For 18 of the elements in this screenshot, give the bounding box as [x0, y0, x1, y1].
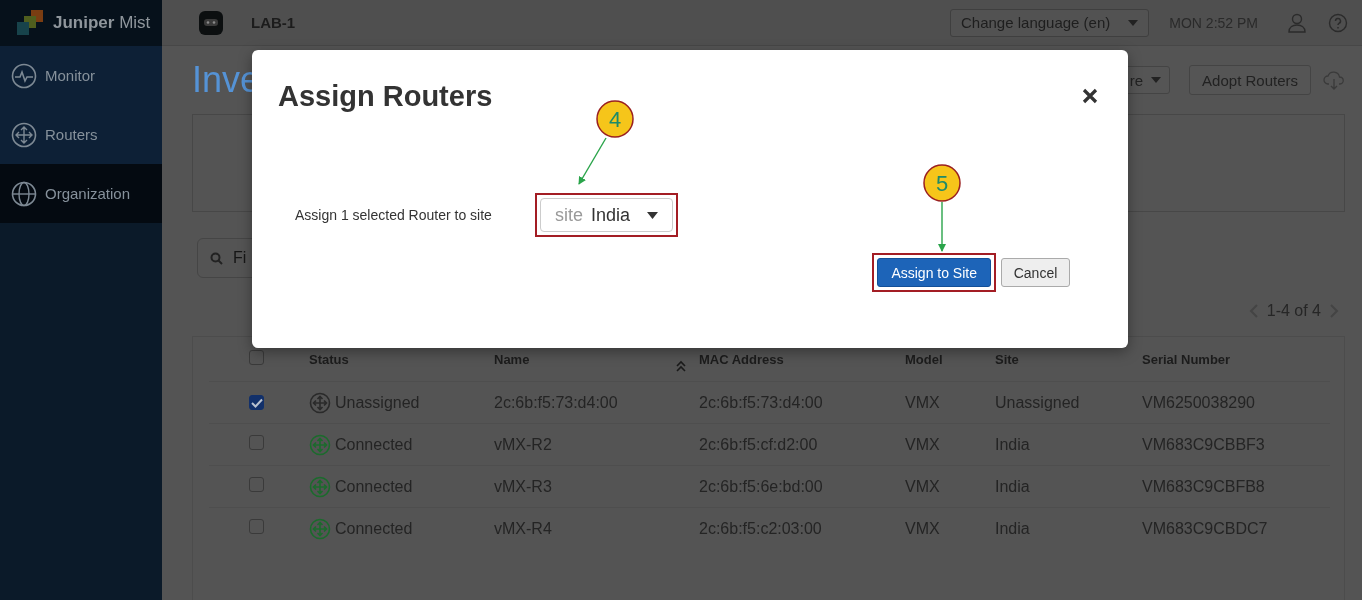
sidebar-item[interactable]: Routers: [0, 105, 162, 164]
site-dropdown[interactable]: site India: [540, 198, 673, 232]
column-header[interactable]: Serial Number: [1142, 351, 1344, 367]
assign-label: Assign 1 selected Router to site: [295, 207, 493, 223]
step-badge: 4: [596, 100, 634, 138]
dialog-title: Assign Routers: [278, 79, 494, 113]
logo-text: Juniper Mist: [53, 13, 151, 33]
sidebar-item[interactable]: Organization: [0, 164, 162, 223]
column-header[interactable]: Model: [905, 351, 995, 367]
sidebar-item[interactable]: Monitor: [0, 46, 162, 105]
column-header[interactable]: Name: [494, 351, 530, 367]
step-badge: 5: [923, 164, 961, 202]
column-header[interactable]: MAC Address: [699, 351, 905, 367]
search-placeholder: Fi: [233, 249, 247, 267]
assign-button[interactable]: Assign to Site: [877, 258, 991, 287]
cancel-button[interactable]: Cancel: [1001, 258, 1070, 287]
column-header[interactable]: Status: [309, 351, 494, 367]
column-header[interactable]: Site: [995, 351, 1142, 367]
